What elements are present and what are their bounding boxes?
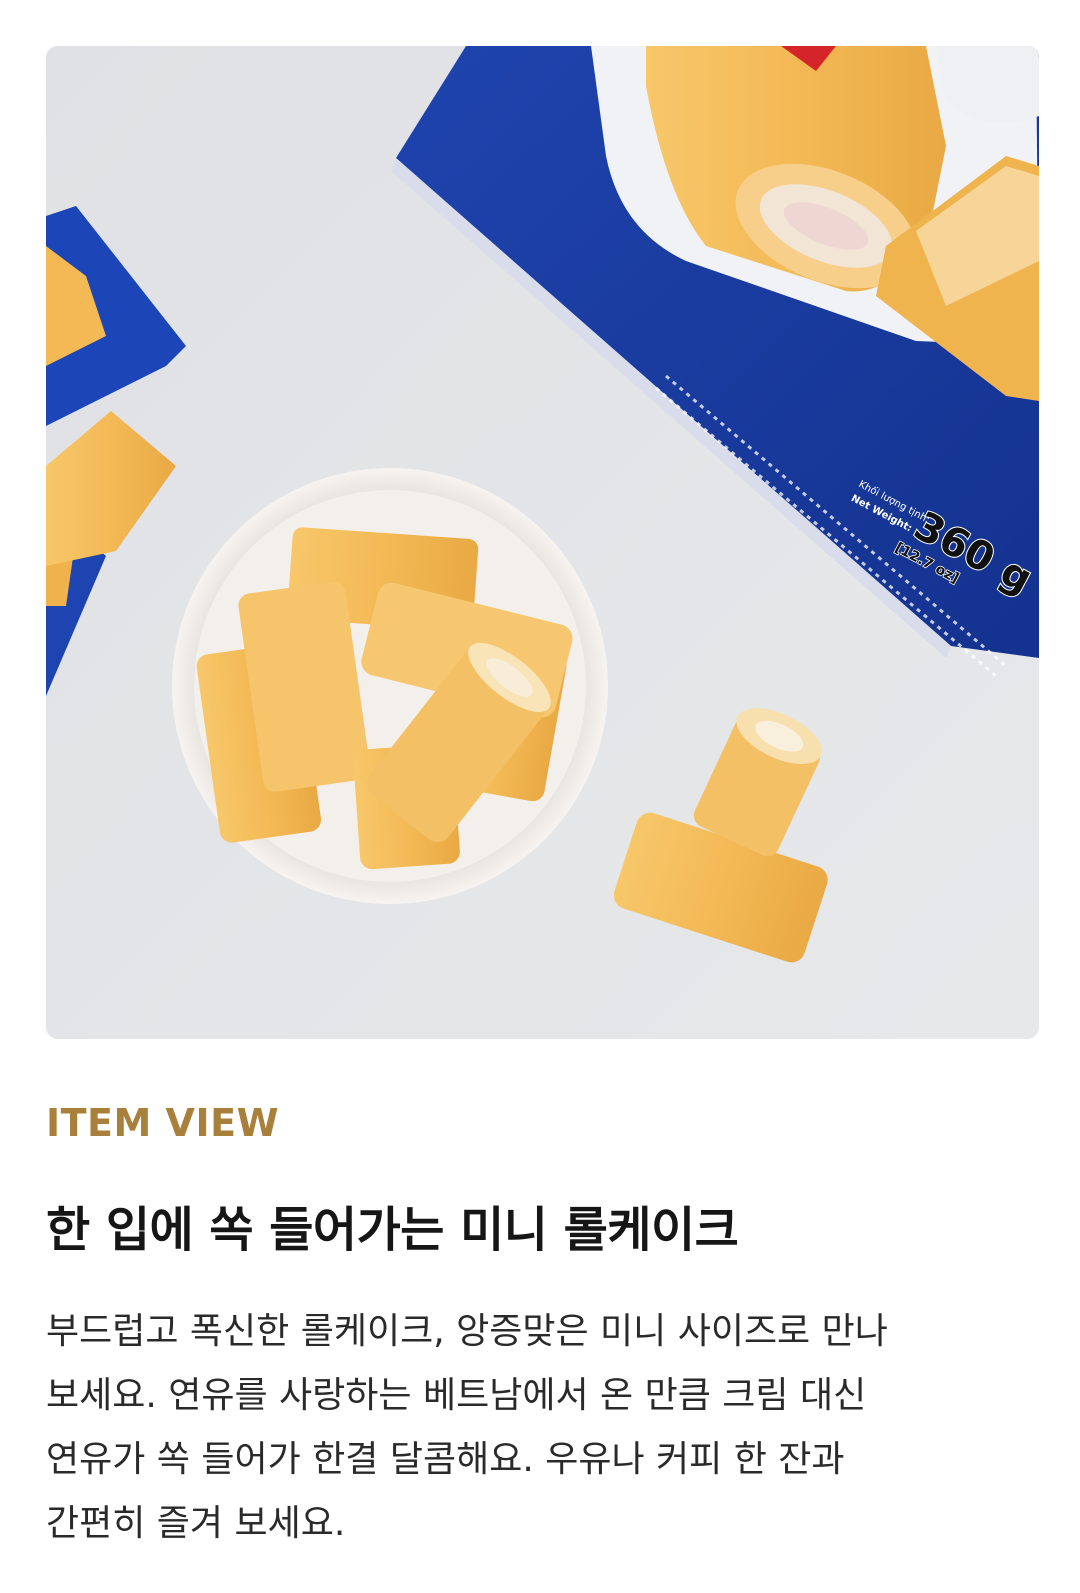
section-eyebrow: ITEM VIEW [46,1101,279,1145]
product-photo: Khối lượng tịnh: Net Weight: 360 g [12.7… [46,46,1039,1039]
description-line: 간편히 즐겨 보세요. [46,1503,346,1544]
description-line: 부드럽고 폭신한 롤케이크, 앙증맞은 미니 사이즈로 만나 [46,1311,888,1352]
section-description: 부드럽고 폭신한 롤케이크, 앙증맞은 미니 사이즈로 만나 보세요. 연유를 … [46,1300,1036,1556]
description-line: 연유가 쏙 들어가 한결 달콤해요. 우유나 커피 한 잔과 [46,1439,845,1480]
section-headline: 한 입에 쏙 들어가는 미니 롤케이크 [46,1202,739,1258]
description-line: 보세요. 연유를 사랑하는 베트남에서 온 만큼 크림 대신 [46,1375,867,1416]
